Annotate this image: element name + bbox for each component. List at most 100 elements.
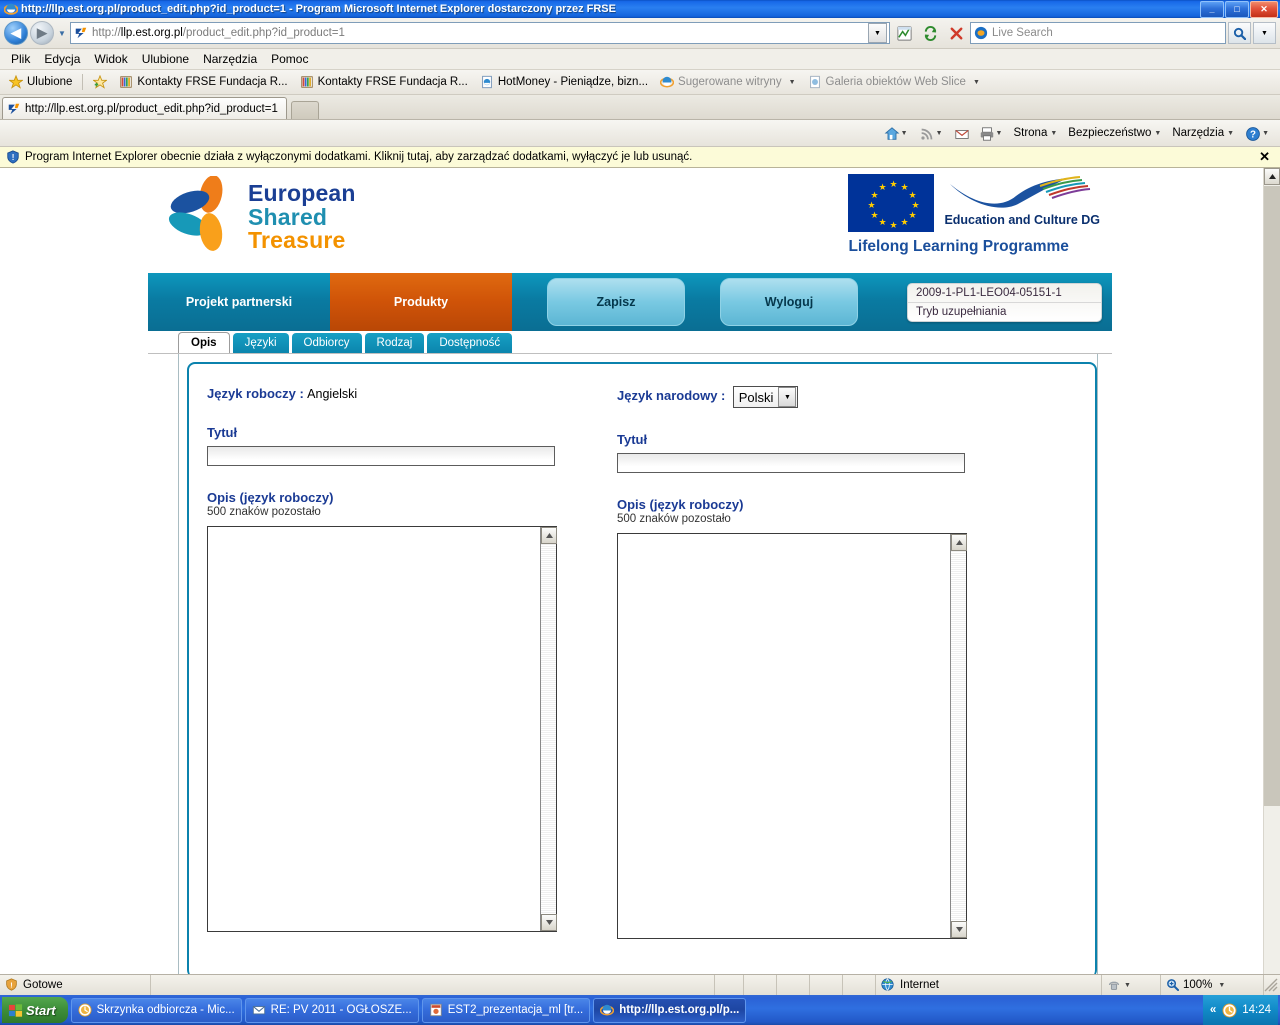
chevron-down-icon[interactable]: ▼ [996,130,1003,137]
tab-content-panel: Język roboczy : Angielski Tytuł Opis (ję… [148,353,1112,974]
menu-item-ulubione[interactable]: Ulubione [135,50,196,68]
security-zone[interactable]: Internet [876,975,1102,995]
scroll-up-arrow-icon[interactable] [951,534,967,551]
title-input-left[interactable] [207,446,555,466]
page-scroll-thumb[interactable] [1264,186,1280,806]
back-button[interactable]: ◀ [4,21,28,45]
url-input[interactable]: http://llp.est.org.pl/product_edit.php?i… [70,22,890,44]
svg-text:!: ! [10,980,12,989]
maximize-button[interactable]: □ [1225,0,1249,18]
page-scroll-up-arrow-icon[interactable] [1264,168,1280,185]
tray-expand-button[interactable]: « [1210,1004,1216,1016]
zoom-level-control[interactable]: 100% ▼ [1161,975,1264,995]
print-button[interactable]: ▼ [974,123,1008,143]
favorite-item-1[interactable]: Kontakty FRSE Fundacja R... [295,73,473,91]
close-button[interactable]: ✕ [1250,0,1278,18]
chevron-down-icon[interactable]: ▼ [936,130,943,137]
eu-flag-icon: ★ ★ ★ ★ ★ ★ ★ ★ ★ ★ ★ ★ [848,174,935,232]
national-language-row: Język narodowy : Polski ▼ [617,386,1025,408]
scroll-down-arrow-icon[interactable] [951,921,967,938]
refresh-button[interactable] [918,22,942,45]
feeds-button[interactable]: ▼ [914,123,948,143]
description-textarea-left[interactable] [207,526,557,932]
tab-dostepnosc[interactable]: Dostępność [427,333,513,353]
chevron-down-icon[interactable]: ▼ [1124,982,1131,989]
menu-item-plik[interactable]: Plik [4,50,37,68]
site-header: European Shared Treasure ★ ★ ★ ★ ★ ★ ★ ★… [148,168,1112,273]
tab-jezyki[interactable]: Języki [232,333,289,353]
new-tab-button[interactable] [290,101,319,119]
page-menu-button[interactable]: Strona ▼ [1008,124,1062,142]
tab-opis[interactable]: Opis [178,332,230,353]
scroll-up-arrow-icon[interactable] [541,527,557,544]
stop-button[interactable] [944,22,968,45]
suggested-sites-item[interactable]: Sugerowane witryny ▼ [655,73,801,91]
history-dropdown-icon[interactable]: ▼ [56,29,68,38]
taskbar-window-ie[interactable]: http://llp.est.org.pl/p... [593,997,747,1023]
tray-outlook-icon[interactable] [1222,1003,1237,1018]
textarea-scrollbar-right[interactable] [950,534,967,938]
save-button[interactable]: Zapisz [547,278,685,326]
search-go-button[interactable] [1228,22,1251,44]
close-icon[interactable]: ✕ [1259,149,1274,165]
title-input-right[interactable] [617,453,965,473]
chevron-down-icon[interactable]: ▼ [1154,130,1161,137]
scroll-down-arrow-icon[interactable] [541,914,557,931]
menu-item-edycja[interactable]: Edycja [37,50,87,68]
home-button[interactable]: ▼ [879,123,913,143]
help-menu-button[interactable]: ? ▼ [1240,123,1274,143]
textarea-scrollbar-left[interactable] [540,527,557,931]
tray-clock[interactable]: 14:24 [1242,1004,1271,1016]
protected-mode-indicator[interactable]: ▼ [1102,975,1161,995]
security-menu-label: Bezpieczeństwo [1068,127,1152,139]
security-menu-button[interactable]: Bezpieczeństwo ▼ [1063,124,1166,142]
menu-item-pomoc[interactable]: Pomoc [264,50,315,68]
tab-rodzaj[interactable]: Rodzaj [364,333,425,353]
star-icon [8,74,24,89]
description-textarea-right[interactable] [617,533,967,939]
chevron-down-icon[interactable]: ▼ [1050,130,1057,137]
nav-item-produkty[interactable]: Produkty [330,273,512,331]
logout-button[interactable]: Wyloguj [720,278,858,326]
favorite-item-2[interactable]: HotMoney - Pieniądze, bizn... [475,73,653,91]
nav-item-projekt-partnerski[interactable]: Projekt partnerski [148,273,330,331]
forward-button[interactable]: ▶ [30,21,54,45]
minimize-button[interactable]: _ [1200,0,1224,18]
add-favorites-icon[interactable] [88,73,112,91]
education-dg-block: Education and Culture DG [944,174,1100,227]
search-input[interactable]: Live Search [970,22,1226,44]
resize-grip-icon[interactable] [1264,978,1278,992]
national-language-label: Język narodowy : [617,388,726,404]
page-scrollbar[interactable] [1263,168,1280,974]
site-nav-bar: Projekt partnerski Produkty Zapisz Wylog… [148,273,1112,331]
chevron-down-icon[interactable]: ▼ [1262,130,1269,137]
url-dropdown-button[interactable]: ▼ [868,23,887,43]
menu-item-widok[interactable]: Widok [87,50,134,68]
form-outer-box: Język roboczy : Angielski Tytuł Opis (ję… [178,354,1098,974]
taskbar-window-outlook[interactable]: Skrzynka odbiorcza - Mic... [70,997,242,1023]
tab-odbiorcy[interactable]: Odbiorcy [291,333,362,353]
national-language-select[interactable]: Polski ▼ [732,386,799,408]
logo-rest-treasure: reasure [260,227,346,254]
favorites-button[interactable]: Ulubione [4,73,77,91]
tools-menu-button[interactable]: Narzędzia ▼ [1167,124,1239,142]
description-counter-right: 500 znaków pozostało [617,513,731,525]
chevron-down-icon[interactable]: ▼ [789,79,796,86]
chevron-down-icon[interactable]: ▼ [973,79,980,86]
web-slice-gallery-item[interactable]: Galeria obiektów Web Slice ▼ [803,73,985,91]
addons-info-bar[interactable]: ! Program Internet Explorer obecnie dzia… [0,147,1280,168]
taskbar-window-mail[interactable]: RE: PV 2011 - OGŁOSZE... [244,997,419,1023]
menu-item-narzedzia[interactable]: Narzędzia [196,50,264,68]
start-button[interactable]: Start [2,997,68,1023]
compatibility-view-icon[interactable] [892,22,916,45]
taskbar-window-powerpoint[interactable]: EST2_prezentacja_ml [tr... [421,997,591,1023]
window-title-bar: http://llp.est.org.pl/product_edit.php?i… [0,0,1280,18]
chevron-down-icon[interactable]: ▼ [778,387,797,407]
chevron-down-icon[interactable]: ▼ [1227,130,1234,137]
favorite-item-0[interactable]: Kontakty FRSE Fundacja R... [114,73,292,91]
chevron-down-icon[interactable]: ▼ [901,130,908,137]
chevron-down-icon[interactable]: ▼ [1218,982,1225,989]
browser-tab[interactable]: http://llp.est.org.pl/product_edit.php?i… [2,97,287,119]
mail-button[interactable] [949,123,973,143]
search-options-button[interactable]: ▼ [1253,22,1276,44]
